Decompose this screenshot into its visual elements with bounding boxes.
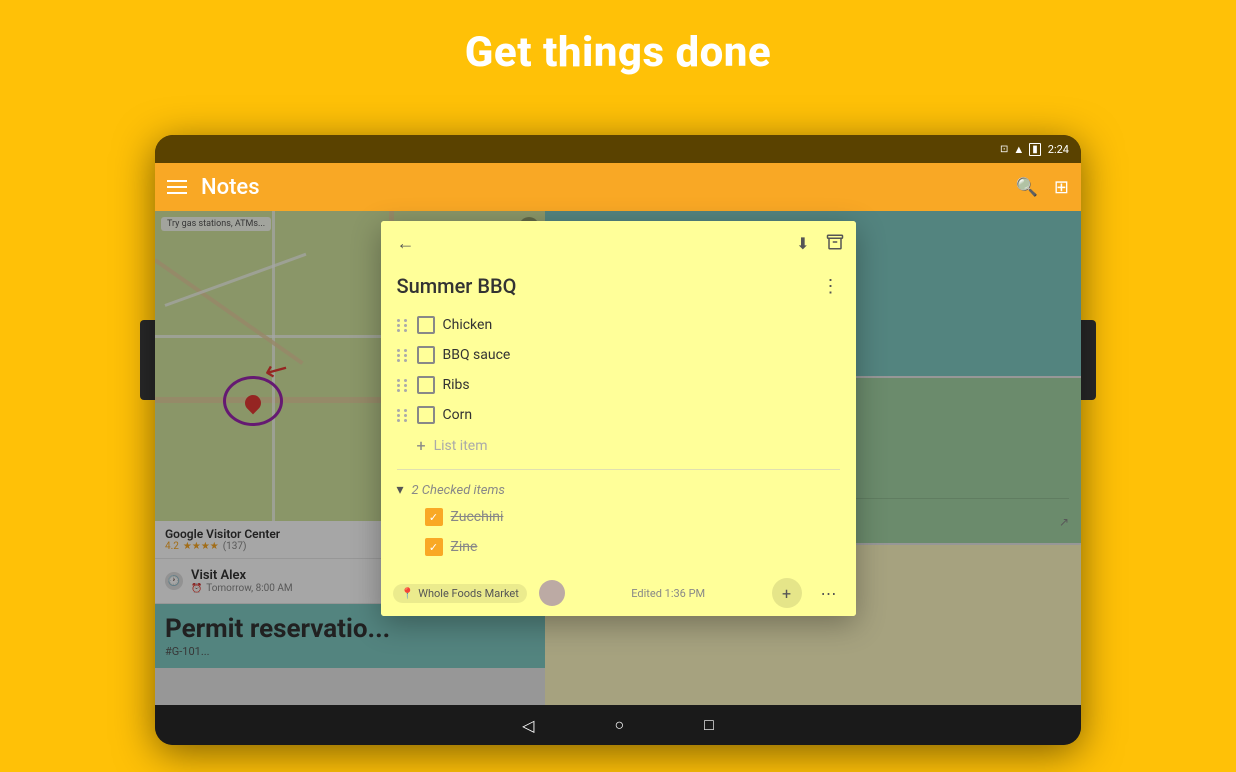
note-modal-header: ← ⬇ (381, 221, 856, 266)
item-label-zine: Zine (451, 539, 478, 555)
back-button[interactable]: ← (393, 229, 419, 258)
main-content: ↙ Try gas stations, ATMs... ✕ Google Goo… (155, 211, 1081, 705)
checkbox-zine[interactable] (425, 538, 443, 556)
plus-icon: + (417, 436, 426, 455)
add-item-row[interactable]: + List item (417, 430, 840, 461)
drag-handle (397, 409, 409, 422)
app-area: Notes 🔍 ⊞ (155, 163, 1081, 705)
location-text: Whole Foods Market (418, 587, 519, 600)
divider (397, 469, 840, 470)
location-badge: 📍 Whole Foods Market (393, 584, 527, 603)
checklist-item-zine: Zine (397, 532, 840, 562)
bottom-nav: ◁ ○ □ (155, 705, 1081, 745)
sim-icon: ⊡ (1000, 144, 1008, 155)
checklist-unchecked: Chicken BBQ sauce (397, 310, 840, 430)
status-time: 2:24 (1048, 143, 1069, 156)
header-actions: ⬇ (796, 233, 843, 255)
pin-icon[interactable]: ⬇ (796, 234, 809, 253)
chevron-icon: ▾ (397, 482, 404, 498)
checklist-item-ribs: Ribs (397, 370, 840, 400)
app-header-right: 🔍 ⊞ (1015, 177, 1069, 198)
note-title: Summer BBQ (397, 274, 517, 298)
checklist-item-corn: Corn (397, 400, 840, 430)
drag-handle (397, 379, 409, 392)
app-header-left: Notes (167, 175, 1015, 200)
search-icon[interactable]: 🔍 (1015, 177, 1037, 198)
archive-icon[interactable] (826, 233, 844, 255)
hamburger-menu-icon[interactable] (167, 180, 187, 194)
location-pin-icon: 📍 (401, 587, 415, 600)
checkbox-corn[interactable] (417, 406, 435, 424)
note-modal: ← ⬇ (381, 221, 856, 616)
status-bar: ⊡ ▲ ▮ 2:24 (155, 135, 1081, 163)
checkbox-zucchini[interactable] (425, 508, 443, 526)
item-label-bbqsauce: BBQ sauce (443, 347, 511, 363)
nav-recents-button[interactable]: □ (704, 715, 714, 735)
battery-icon: ▮ (1029, 143, 1041, 156)
item-label-chicken: Chicken (443, 317, 493, 333)
checkbox-ribs[interactable] (417, 376, 435, 394)
checklist-item-zucchini: Zucchini (397, 502, 840, 532)
item-label-corn: Corn (443, 407, 473, 423)
item-label-zucchini: Zucchini (451, 509, 504, 525)
footer-more-button[interactable]: ⋯ (814, 578, 844, 608)
page-title: Get things done (0, 0, 1236, 97)
item-label-ribs: Ribs (443, 377, 470, 393)
app-header: Notes 🔍 ⊞ (155, 163, 1081, 211)
nav-back-button[interactable]: ◁ (522, 716, 534, 735)
checkbox-bbqsauce[interactable] (417, 346, 435, 364)
note-more-icon[interactable]: ⋮ (822, 276, 840, 297)
checked-count-label: 2 Checked items (412, 483, 505, 498)
checked-section-header[interactable]: ▾ 2 Checked items (397, 478, 840, 502)
checkbox-chicken[interactable] (417, 316, 435, 334)
note-modal-footer: 📍 Whole Foods Market Edited 1:36 PM + ⋯ (381, 570, 856, 616)
grid-menu-icon[interactable]: ⊞ (1054, 177, 1069, 198)
modal-overlay: ← ⬇ (155, 211, 1081, 705)
edited-text: Edited 1:36 PM (631, 587, 705, 600)
drag-handle (397, 319, 409, 332)
note-title-row: Summer BBQ ⋮ (397, 274, 840, 298)
footer-left: 📍 Whole Foods Market (393, 580, 565, 606)
checklist-checked: Zucchini Zine (397, 502, 840, 562)
add-item-placeholder: List item (434, 438, 488, 454)
checklist-item-chicken: Chicken (397, 310, 840, 340)
footer-center: Edited 1:36 PM (565, 587, 772, 600)
wifi-icon: ▲ (1013, 143, 1024, 156)
app-header-title: Notes (201, 175, 260, 200)
checklist-item-bbqsauce: BBQ sauce (397, 340, 840, 370)
tablet-frame: ⊡ ▲ ▮ 2:24 Notes 🔍 ⊞ (155, 135, 1081, 745)
nav-home-button[interactable]: ○ (614, 715, 624, 735)
footer-add-button[interactable]: + (772, 578, 802, 608)
note-modal-body: Summer BBQ ⋮ Chicken (381, 266, 856, 562)
footer-avatar (539, 580, 565, 606)
status-bar-icons: ⊡ ▲ ▮ 2:24 (1000, 143, 1069, 156)
footer-right: + ⋯ (772, 578, 844, 608)
drag-handle (397, 349, 409, 362)
